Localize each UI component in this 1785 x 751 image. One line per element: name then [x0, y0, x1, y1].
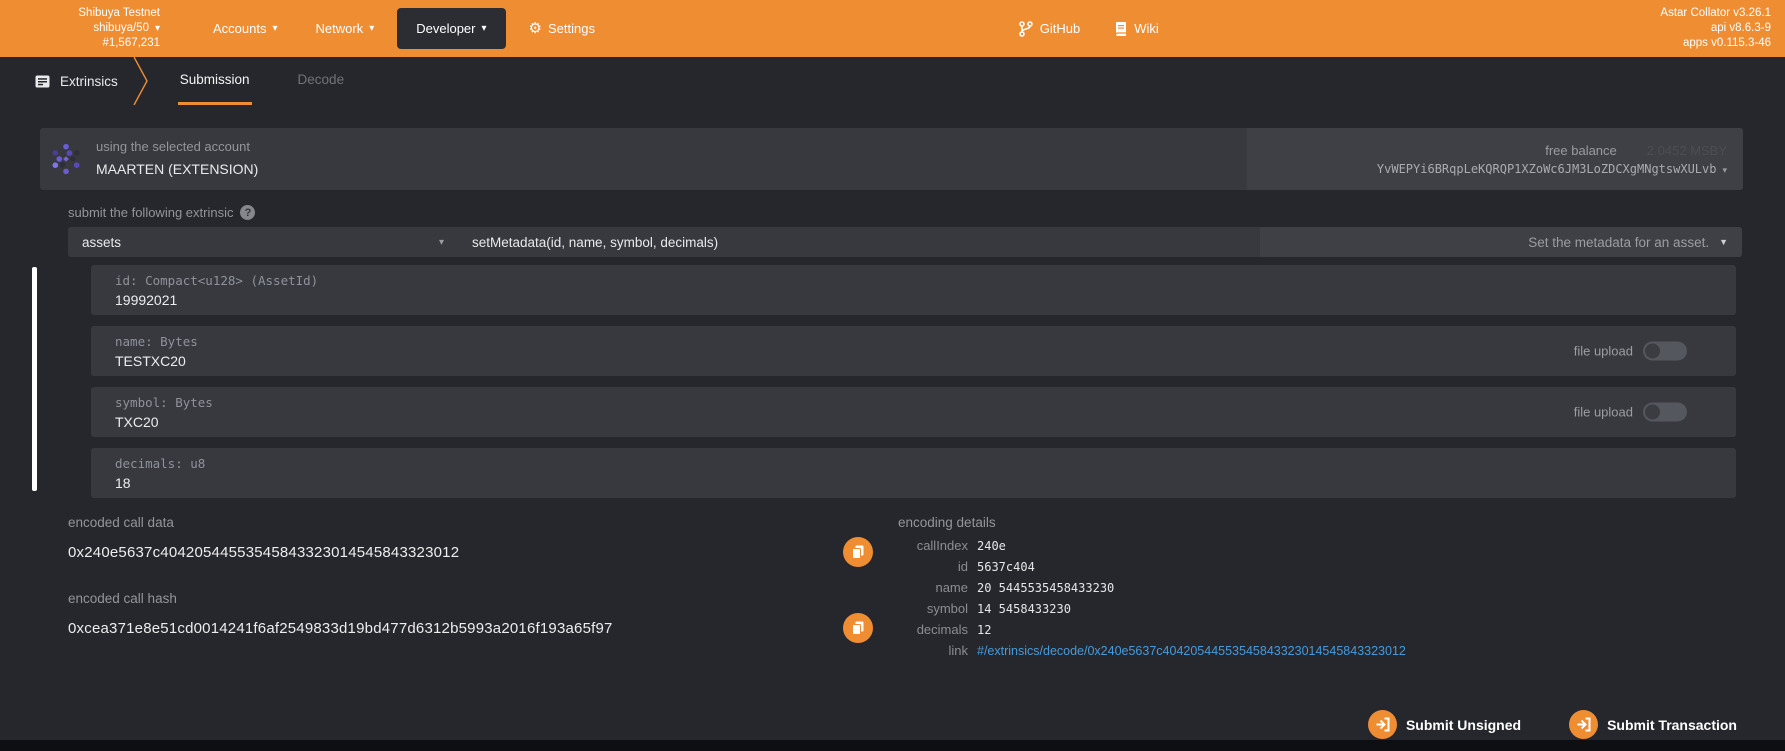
chevron-down-icon: ▾	[1722, 165, 1727, 175]
detail-row-symbol: symbol 14 5458433230	[898, 601, 1742, 616]
copy-call-data-button[interactable]	[843, 537, 873, 567]
extrinsic-selects: assets ▾ setMetadata(id, name, symbol, d…	[68, 227, 1742, 257]
network-chain: shibuya/50	[93, 22, 149, 34]
main-menu: Accounts▾ Network▾ Developer▾ ⚙Settings	[194, 0, 614, 57]
chevron-down-icon: ▾	[482, 23, 487, 34]
detail-row-decimals: decimals 12	[898, 622, 1742, 637]
chevron-down-icon: ▼	[1719, 237, 1728, 247]
account-select-card: using the selected account MAARTEN (EXTE…	[40, 128, 1743, 190]
book-icon	[1114, 21, 1127, 37]
tabs: Submission Decode	[178, 57, 346, 105]
copy-call-hash-button[interactable]	[843, 613, 873, 643]
extrinsics-icon	[34, 73, 51, 90]
param-label: id: Compact<u128> (AssetId)	[115, 273, 1736, 288]
breadcrumb: Extrinsics	[34, 57, 118, 105]
encoded-call-data-group: encoded call data 0x240e5637c40420544553…	[68, 515, 873, 567]
wiki-link[interactable]: Wiki	[1114, 21, 1159, 37]
param-name-field[interactable]: name: Bytes TESTXC20 file upload	[91, 326, 1736, 376]
param-value: TXC20	[115, 414, 1736, 430]
file-upload-toggle[interactable]	[1643, 403, 1687, 422]
api-version: api v8.6.3-9	[1660, 21, 1771, 36]
detail-row-name: name 20 5445535458433230	[898, 580, 1742, 595]
method-description[interactable]: Set the metadata for an asset. ▼	[1260, 227, 1742, 257]
file-upload-label: file upload	[1574, 344, 1633, 359]
encoding-details: encoding details callIndex 240e id 5637c…	[898, 515, 1742, 664]
decode-link[interactable]: #/extrinsics/decode/0x240e5637c404205445…	[977, 644, 1406, 658]
menu-settings[interactable]: ⚙Settings	[510, 0, 614, 57]
copy-icon	[850, 620, 866, 636]
account-address: YvWEPYi6BRqpLeKQRQP1XZoWc6JM3LoZDCXgMNgt…	[1377, 162, 1717, 176]
version-info: Astar Collator v3.26.1 api v8.6.3-9 apps…	[1660, 6, 1771, 52]
detail-row-callindex: callIndex 240e	[898, 538, 1742, 553]
call-hash-value: 0xcea371e8e51cd0014241f6af2549833d19bd47…	[68, 620, 613, 637]
account-dropdown[interactable]: free balance 2.0452 MSBY YvWEPYi6BRqpLeKQ…	[1247, 128, 1743, 190]
help-icon[interactable]: ?	[240, 205, 255, 220]
encoded-call-hash-group: encoded call hash 0xcea371e8e51cd0014241…	[68, 591, 873, 643]
tab-submission[interactable]: Submission	[178, 57, 252, 105]
block-number: #1,567,231	[8, 36, 160, 51]
call-hash-label: encoded call hash	[68, 591, 873, 606]
toggle-knob	[1645, 344, 1660, 359]
footer-strip	[0, 740, 1785, 751]
param-label: symbol: Bytes	[115, 395, 1736, 410]
param-decimals-field[interactable]: decimals: u8 18	[91, 448, 1736, 498]
main-content: using the selected account MAARTEN (EXTE…	[0, 105, 1785, 740]
tab-decode[interactable]: Decode	[296, 57, 347, 105]
chevron-down-icon: ▾	[155, 23, 160, 34]
param-tree-bar	[32, 267, 37, 491]
param-value: TESTXC20	[115, 353, 1736, 369]
submit-actions: Submit Unsigned Submit Transaction	[0, 709, 1743, 740]
submit-unsigned-button[interactable]: Submit Unsigned	[1362, 709, 1527, 740]
param-value: 18	[115, 475, 1736, 491]
chevron-down-icon: ▾	[369, 23, 374, 34]
account-identicon[interactable]	[48, 141, 84, 177]
encoding-details-label: encoding details	[898, 515, 1742, 530]
menu-developer[interactable]: Developer▾	[397, 8, 505, 49]
extrinsic-section-label: submit the following extrinsic ?	[68, 205, 1743, 220]
param-symbol-field[interactable]: symbol: Bytes TXC20 file upload	[91, 387, 1736, 437]
network-name: Shibuya Testnet	[8, 6, 160, 21]
detail-row-link: link #/extrinsics/decode/0x240e5637c4042…	[898, 643, 1742, 658]
copy-icon	[850, 544, 866, 560]
call-data-value: 0x240e5637c40420544553545843323014545843…	[68, 544, 459, 561]
free-balance-label: free balance	[1545, 143, 1617, 158]
chevron-down-icon: ▾	[272, 23, 277, 34]
detail-row-id: id 5637c404	[898, 559, 1742, 574]
account-name: MAARTEN (EXTENSION)	[96, 159, 258, 179]
apps-version: apps v0.115.3-46	[1660, 36, 1771, 51]
section-title: Extrinsics	[60, 74, 118, 89]
network-selector[interactable]: Shibuya Testnet shibuya/50 ▾ #1,567,231	[8, 6, 160, 52]
param-value: 19992021	[115, 292, 1736, 308]
selected-account[interactable]: using the selected account MAARTEN (EXTE…	[96, 138, 258, 179]
params-section: id: Compact<u128> (AssetId) 19992021 nam…	[91, 265, 1736, 498]
free-balance-value: 2.0452 MSBY	[1647, 143, 1727, 158]
submit-transaction-button[interactable]: Submit Transaction	[1563, 709, 1743, 740]
call-data-label: encoded call data	[68, 515, 873, 530]
chevron-down-icon: ▾	[439, 237, 444, 248]
file-upload-toggle[interactable]	[1643, 342, 1687, 361]
menu-network[interactable]: Network▾	[297, 0, 394, 57]
toggle-knob	[1645, 405, 1660, 420]
menu-accounts[interactable]: Accounts▾	[194, 0, 297, 57]
sign-in-icon	[1569, 710, 1598, 739]
git-branch-icon	[1019, 21, 1033, 37]
breadcrumb-chevron-icon	[132, 57, 150, 105]
node-version: Astar Collator v3.26.1	[1660, 6, 1771, 21]
method-select[interactable]: setMetadata(id, name, symbol, decimals)	[458, 227, 1260, 257]
app-header: Shibuya Testnet shibuya/50 ▾ #1,567,231 A…	[0, 0, 1785, 57]
output-section: encoded call data 0x240e5637c40420544553…	[68, 515, 1742, 664]
param-id-field[interactable]: id: Compact<u128> (AssetId) 19992021	[91, 265, 1736, 315]
sign-in-icon	[1368, 710, 1397, 739]
param-label: decimals: u8	[115, 456, 1736, 471]
account-label: using the selected account	[96, 138, 258, 157]
tab-bar: Extrinsics Submission Decode	[0, 57, 1785, 105]
gear-icon: ⚙	[529, 21, 542, 36]
param-label: name: Bytes	[115, 334, 1736, 349]
file-upload-label: file upload	[1574, 405, 1633, 420]
github-link[interactable]: GitHub	[1019, 21, 1080, 37]
pallet-select[interactable]: assets ▾	[68, 227, 458, 257]
